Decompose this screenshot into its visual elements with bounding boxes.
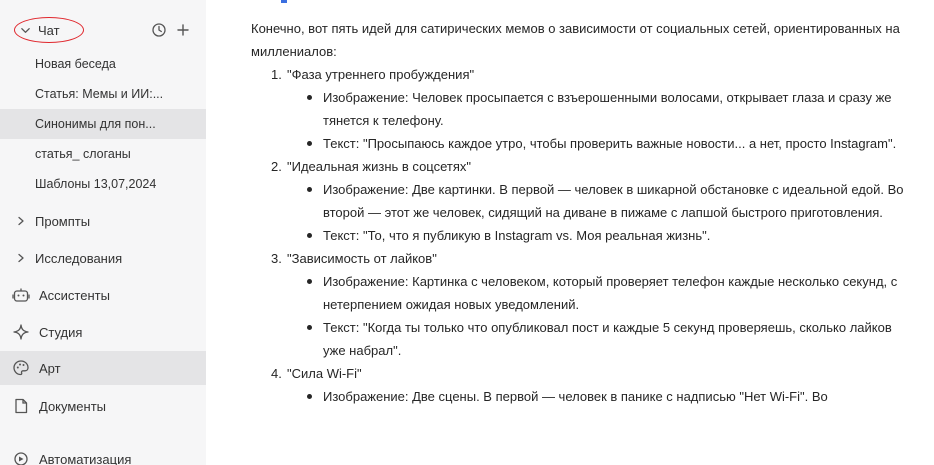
sidebar-item-label: Документы	[39, 398, 107, 414]
idea-number: 3.	[271, 251, 282, 266]
scroll-indicator	[281, 0, 287, 3]
sidebar-item-assistants[interactable]: Ассистенты	[0, 278, 206, 312]
idea-item: 3. "Зависимость от лайков" Изображение: К…	[271, 247, 911, 362]
sidebar-item-label: Ассистенты	[39, 287, 110, 303]
sidebar-item-studio[interactable]: Студия	[0, 315, 206, 349]
chat-response-area: Конечно, вот пять идей для сатирических …	[206, 0, 934, 465]
idea-point: Текст: "Когда ты только что опубликовал …	[307, 316, 911, 362]
sidebar: Чат Новая беседа Статья: Мемы и ИИ:... С…	[0, 0, 206, 465]
idea-point: Изображение: Человек просыпается с взъер…	[307, 86, 911, 132]
chat-item-active[interactable]: Синонимы для пон...	[0, 109, 206, 139]
idea-item: 2. "Идеальная жизнь в соцсетях" Изображен…	[271, 155, 911, 247]
message-intro: Конечно, вот пять идей для сатирических …	[251, 21, 900, 59]
sidebar-item-prompts[interactable]: Промпты	[0, 204, 206, 238]
idea-point: Текст: "То, что я публикую в Instagram v…	[307, 224, 911, 247]
sidebar-item-research[interactable]: Исследования	[0, 241, 206, 275]
chat-item-title: статья_ слоганы	[35, 147, 131, 161]
sidebar-item-documents[interactable]: Документы	[0, 389, 206, 423]
idea-point: Изображение: Две картинки. В первой — че…	[307, 178, 911, 224]
idea-title: "Идеальная жизнь в соцсетях"	[287, 159, 472, 174]
idea-number: 4.	[271, 366, 282, 381]
chat-item[interactable]: статья_ слоганы	[0, 139, 206, 169]
idea-title: "Фаза утреннего пробуждения"	[287, 67, 475, 82]
chat-item-title: Шаблоны 13,07,2024	[35, 177, 157, 191]
robot-icon	[12, 288, 30, 302]
idea-title: "Сила Wi-Fi"	[287, 366, 362, 381]
sidebar-item-label: Промпты	[35, 213, 91, 229]
idea-item: 1. "Фаза утреннего пробуждения" Изображен…	[271, 63, 911, 155]
sidebar-item-label: Автоматизация	[39, 451, 132, 465]
idea-title: "Зависимость от лайков"	[287, 251, 437, 266]
chevron-right-icon	[18, 253, 24, 263]
chat-item-title: Синонимы для пон...	[35, 117, 156, 131]
idea-point: Изображение: Картинка с человеком, котор…	[307, 270, 911, 316]
sidebar-item-art[interactable]: Арт	[0, 351, 206, 385]
ideas-list: 1. "Фаза утреннего пробуждения" Изображен…	[251, 63, 911, 408]
chat-item-title: Новая беседа	[35, 57, 116, 71]
chat-section-toggle[interactable]: Чат	[14, 17, 84, 43]
idea-points: Изображение: Картинка с человеком, котор…	[307, 270, 911, 362]
sparkle-icon	[13, 324, 29, 340]
chat-section-label: Чат	[38, 22, 60, 38]
idea-point: Изображение: Две сцены. В первой — челов…	[307, 385, 911, 408]
idea-point: Текст: "Просыпаюсь каждое утро, чтобы пр…	[307, 132, 911, 155]
chat-list: Новая беседа Статья: Мемы и ИИ:... Синон…	[0, 49, 206, 199]
palette-icon	[13, 360, 29, 376]
automation-icon	[14, 452, 28, 465]
idea-points: Изображение: Человек просыпается с взъер…	[307, 86, 911, 155]
idea-number: 2.	[271, 159, 282, 174]
new-chat-plus-icon[interactable]	[175, 22, 191, 38]
document-icon	[15, 398, 28, 414]
history-clock-icon[interactable]	[151, 22, 167, 38]
chat-item-title: Статья: Мемы и ИИ:...	[35, 87, 164, 101]
chat-item[interactable]: Статья: Мемы и ИИ:...	[0, 79, 206, 109]
chevron-right-icon	[18, 216, 24, 226]
chevron-down-icon	[21, 27, 30, 33]
sidebar-item-label: Студия	[39, 324, 83, 340]
chat-item[interactable]: Шаблоны 13,07,2024	[0, 169, 206, 199]
sidebar-item-automation[interactable]: Автоматизация	[0, 442, 206, 465]
idea-number: 1.	[271, 67, 282, 82]
chat-section-header: Чат	[0, 14, 206, 46]
sidebar-item-label: Арт	[39, 360, 61, 376]
idea-item: 4. "Сила Wi-Fi" Изображение: Две сцены. В…	[271, 362, 911, 408]
sidebar-item-label: Исследования	[35, 250, 123, 266]
chat-item-new[interactable]: Новая беседа	[0, 49, 206, 79]
idea-points: Изображение: Две картинки. В первой — че…	[307, 178, 911, 247]
assistant-message: Конечно, вот пять идей для сатирических …	[251, 17, 911, 408]
idea-points: Изображение: Две сцены. В первой — челов…	[307, 385, 911, 408]
